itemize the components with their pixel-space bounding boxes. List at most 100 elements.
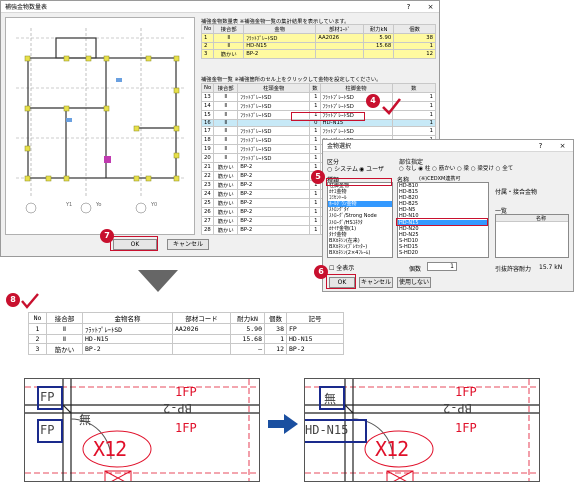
- cell[interactable]: 筋かい: [213, 189, 239, 200]
- cell[interactable]: 16: [200, 118, 215, 128]
- cad-after-x12: X12: [375, 437, 409, 461]
- cell[interactable]: 1: [391, 126, 437, 137]
- cell[interactable]: 筋かい: [213, 207, 239, 218]
- cancel-button[interactable]: キャンセル: [167, 239, 209, 250]
- step-7-marker: 7: [100, 229, 114, 243]
- attached-list[interactable]: 名称: [495, 214, 569, 258]
- category-radio-user[interactable]: ◉ ユーザ: [359, 164, 384, 173]
- cell[interactable]: ﾌﾗｯﾄﾌﾟﾚｰﾄSD: [237, 126, 311, 137]
- cell[interactable]: 1: [309, 189, 321, 200]
- sub-cancel-button[interactable]: キャンセル: [359, 277, 393, 288]
- part-radio-beam-seat[interactable]: ○ 梁受け: [471, 166, 494, 172]
- list-row[interactable]: 17 Ⅱ ﾌﾗｯﾄﾌﾟﾚｰﾄSD 1 ﾌﾗｯﾄﾌﾟﾚｰﾄSD 1: [200, 126, 437, 137]
- cell[interactable]: 17: [200, 126, 215, 137]
- cell[interactable]: 26: [200, 207, 215, 218]
- cell[interactable]: 23: [200, 180, 215, 191]
- cell[interactable]: 24: [200, 189, 215, 200]
- cell[interactable]: Ⅱ: [213, 118, 239, 128]
- cell[interactable]: 筋かい: [213, 162, 239, 173]
- help-button[interactable]: ?: [403, 2, 414, 12]
- result-row: 3 筋かい BP-2—12 BP-2: [28, 343, 344, 355]
- cell[interactable]: Ⅱ: [213, 144, 239, 155]
- cell[interactable]: 筋かい: [213, 171, 239, 182]
- cell[interactable]: 1: [309, 135, 321, 146]
- cell[interactable]: 1: [309, 144, 321, 155]
- cell[interactable]: BP-2: [237, 162, 311, 173]
- radio-label: なし: [405, 166, 417, 172]
- cell[interactable]: 筋かい: [213, 198, 239, 209]
- cell[interactable]: Ⅱ: [213, 101, 239, 111]
- cell[interactable]: 1: [391, 118, 437, 128]
- col-strength: 耐力kN: [230, 312, 265, 324]
- cell[interactable]: ﾌﾗｯﾄﾌﾟﾚｰﾄSD: [237, 153, 311, 164]
- close-button[interactable]: ×: [425, 2, 436, 12]
- cell[interactable]: 19: [200, 144, 215, 155]
- cell: BP-2: [243, 49, 317, 60]
- cell[interactable]: BP-2: [237, 216, 311, 227]
- cell[interactable]: Ⅱ: [213, 126, 239, 137]
- cell[interactable]: 1: [309, 126, 321, 137]
- cell[interactable]: BP-2: [237, 189, 311, 200]
- cell[interactable]: 筋かい: [213, 225, 239, 236]
- cell[interactable]: 1: [309, 216, 321, 227]
- part-radio-beam[interactable]: ○ 梁: [457, 166, 469, 172]
- cell[interactable]: BP-2: [237, 180, 311, 191]
- close-button[interactable]: ×: [557, 141, 568, 151]
- cell[interactable]: 1: [309, 153, 321, 164]
- type-highlight-frame: [326, 178, 392, 186]
- cell: 1: [200, 33, 215, 43]
- part-radio-none[interactable]: ○ なし: [399, 166, 417, 172]
- cell[interactable]: BP-2: [237, 198, 311, 209]
- cell[interactable]: ﾌﾗｯﾄﾌﾟﾚｰﾄSD: [237, 144, 311, 155]
- cell[interactable]: ﾌﾗｯﾄﾌﾟﾚｰﾄSD: [237, 92, 311, 102]
- part-radio-column[interactable]: ◉ 柱: [418, 166, 430, 172]
- list-option[interactable]: S-HD20: [398, 250, 488, 256]
- part-options: ○ なし ◉ 柱 ○ 筋かい ○ 梁 ○ 梁受け ○ 全て: [399, 164, 513, 172]
- cell[interactable]: BP-2: [237, 207, 311, 218]
- cad-before-fp2: 1FP: [175, 421, 197, 435]
- radio-label: 筋かい: [438, 166, 456, 172]
- cell[interactable]: 28: [200, 225, 215, 236]
- cell[interactable]: 14: [200, 101, 215, 111]
- cell[interactable]: ﾌﾗｯﾄﾌﾟﾚｰﾄSD: [237, 135, 311, 146]
- category-radio-system[interactable]: ○ システム: [327, 164, 358, 173]
- cell[interactable]: BP-2: [237, 171, 311, 182]
- cell: [315, 49, 365, 60]
- cell[interactable]: 1: [309, 101, 321, 111]
- type-list[interactable]: 柱脚金物 ｶﾅｴ金物 ｺﾐｾﾝﾄｰﾙ ﾎｰﾙﾀﾞｳﾝ金物 ｽﾄﾛﾝｸﾞﾀｲ ｽﾄﾛｰｸﾞ/…: [327, 182, 393, 258]
- count-input[interactable]: 1: [427, 262, 457, 271]
- step-8-marker: 8: [6, 293, 20, 307]
- cell[interactable]: Ⅱ: [213, 135, 239, 146]
- cell[interactable]: ﾌﾗｯﾄﾌﾟﾚｰﾄSD: [237, 101, 311, 111]
- list-option[interactable]: BXｶﾈｼﾝ(2×4ﾌﾚｰﾑ): [328, 250, 392, 256]
- result-table: No 接合部 金物名称 部材コード 耐力kN 個数 記号 1 Ⅱ ﾌﾗｯﾄﾌﾟﾚｰﾄ…: [28, 312, 344, 355]
- cell[interactable]: 22: [200, 171, 215, 182]
- show-all-checkbox[interactable]: ☐ 全表示: [329, 263, 354, 272]
- cell[interactable]: 1: [309, 92, 321, 102]
- cell[interactable]: 15: [200, 110, 215, 120]
- part-radio-all[interactable]: ○ 全て: [496, 166, 514, 172]
- cell[interactable]: 1: [309, 225, 321, 236]
- cell[interactable]: 1: [309, 207, 321, 218]
- part-radio-brace[interactable]: ○ 筋かい: [432, 166, 455, 172]
- cell[interactable]: 21: [200, 162, 215, 173]
- cell[interactable]: 筋かい: [213, 216, 239, 227]
- cell[interactable]: ﾌﾗｯﾄﾌﾟﾚｰﾄSD: [319, 126, 393, 137]
- cell[interactable]: Ⅱ: [213, 110, 239, 120]
- unused-button[interactable]: 使用しない: [397, 277, 431, 288]
- cell[interactable]: 27: [200, 216, 215, 227]
- cell[interactable]: BP-2: [237, 225, 311, 236]
- cell[interactable]: 25: [200, 198, 215, 209]
- cell[interactable]: Ⅱ: [213, 153, 239, 164]
- floor-plan-view[interactable]: Y1 Yo Y0: [5, 17, 195, 235]
- cell: Ⅱ: [46, 323, 83, 335]
- cell[interactable]: 20: [200, 153, 215, 164]
- cell[interactable]: 1: [309, 198, 321, 209]
- cell[interactable]: 筋かい: [213, 180, 239, 191]
- plan-mark-yo: Yo: [96, 202, 102, 208]
- cell[interactable]: Ⅱ: [213, 92, 239, 102]
- cell[interactable]: 13: [200, 92, 215, 102]
- help-button[interactable]: ?: [535, 141, 546, 151]
- col-joint: 接合部: [213, 24, 245, 34]
- cell[interactable]: 18: [200, 135, 215, 146]
